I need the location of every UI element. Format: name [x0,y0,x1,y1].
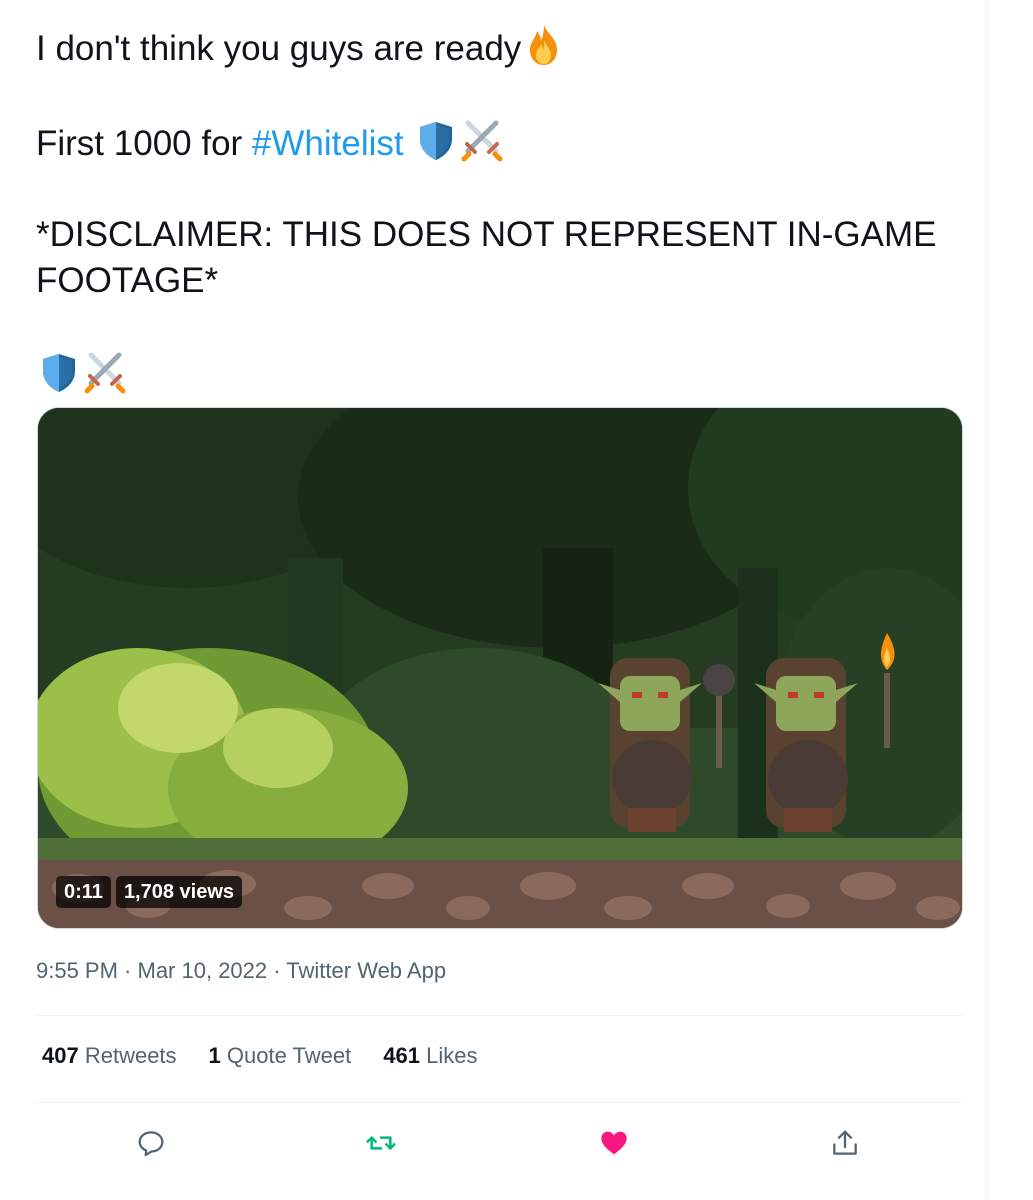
tweet-actions [36,1118,962,1168]
heart-icon [601,1131,627,1155]
video-views: 1,708 views [115,876,243,908]
retweets-stat[interactable]: 407 Retweets [42,1043,177,1069]
likes-stat[interactable]: 461 Likes [383,1043,477,1069]
reply-button[interactable] [126,1118,176,1168]
quote-tweets-stat[interactable]: 1 Quote Tweet [209,1043,352,1069]
share-button[interactable] [820,1118,870,1168]
share-icon [833,1130,857,1155]
tweet-meta: 9:55 PM · Mar 10, 2022 · Twitter Web App [36,958,447,983]
shield-icon [413,117,459,163]
video-player[interactable]: 0:11 1,708 views [37,407,963,929]
like-button[interactable] [589,1118,639,1168]
reply-icon [138,1131,164,1157]
tweet-line-4 [36,349,976,399]
tweet-line-3a: *DISCLAIMER: THIS DOES NOT REPRESENT IN-… [36,215,937,254]
video-badges: 0:11 1,708 views [56,876,243,908]
tweet-stats: 407 Retweets 1 Quote Tweet 461 Likes [42,1043,477,1069]
retweet-icon [366,1136,396,1150]
crossed-swords-icon [459,117,505,163]
hashtag-link[interactable]: #Whitelist [252,124,404,163]
shield-icon [36,349,82,395]
tweet-line-1: I don't think you guys are ready [36,22,976,72]
tweet-line-3b: FOOTAGE* [36,261,219,300]
column-border [987,0,988,1200]
tweet-time[interactable]: 9:55 PM [36,958,118,983]
divider [36,1015,962,1016]
tweet-source[interactable]: Twitter Web App [286,958,446,983]
tweet-line-2: First 1000 for #Whitelist [36,117,976,167]
divider [36,1102,962,1103]
retweet-button[interactable] [356,1118,406,1168]
crossed-swords-icon [82,349,128,395]
tweet-text: I don't think you guys are ready First 1… [36,22,976,399]
fire-icon [521,22,567,68]
video-duration: 0:11 [56,876,111,908]
video-thumbnail [38,408,962,928]
tweet-date[interactable]: Mar 10, 2022 [138,958,268,983]
